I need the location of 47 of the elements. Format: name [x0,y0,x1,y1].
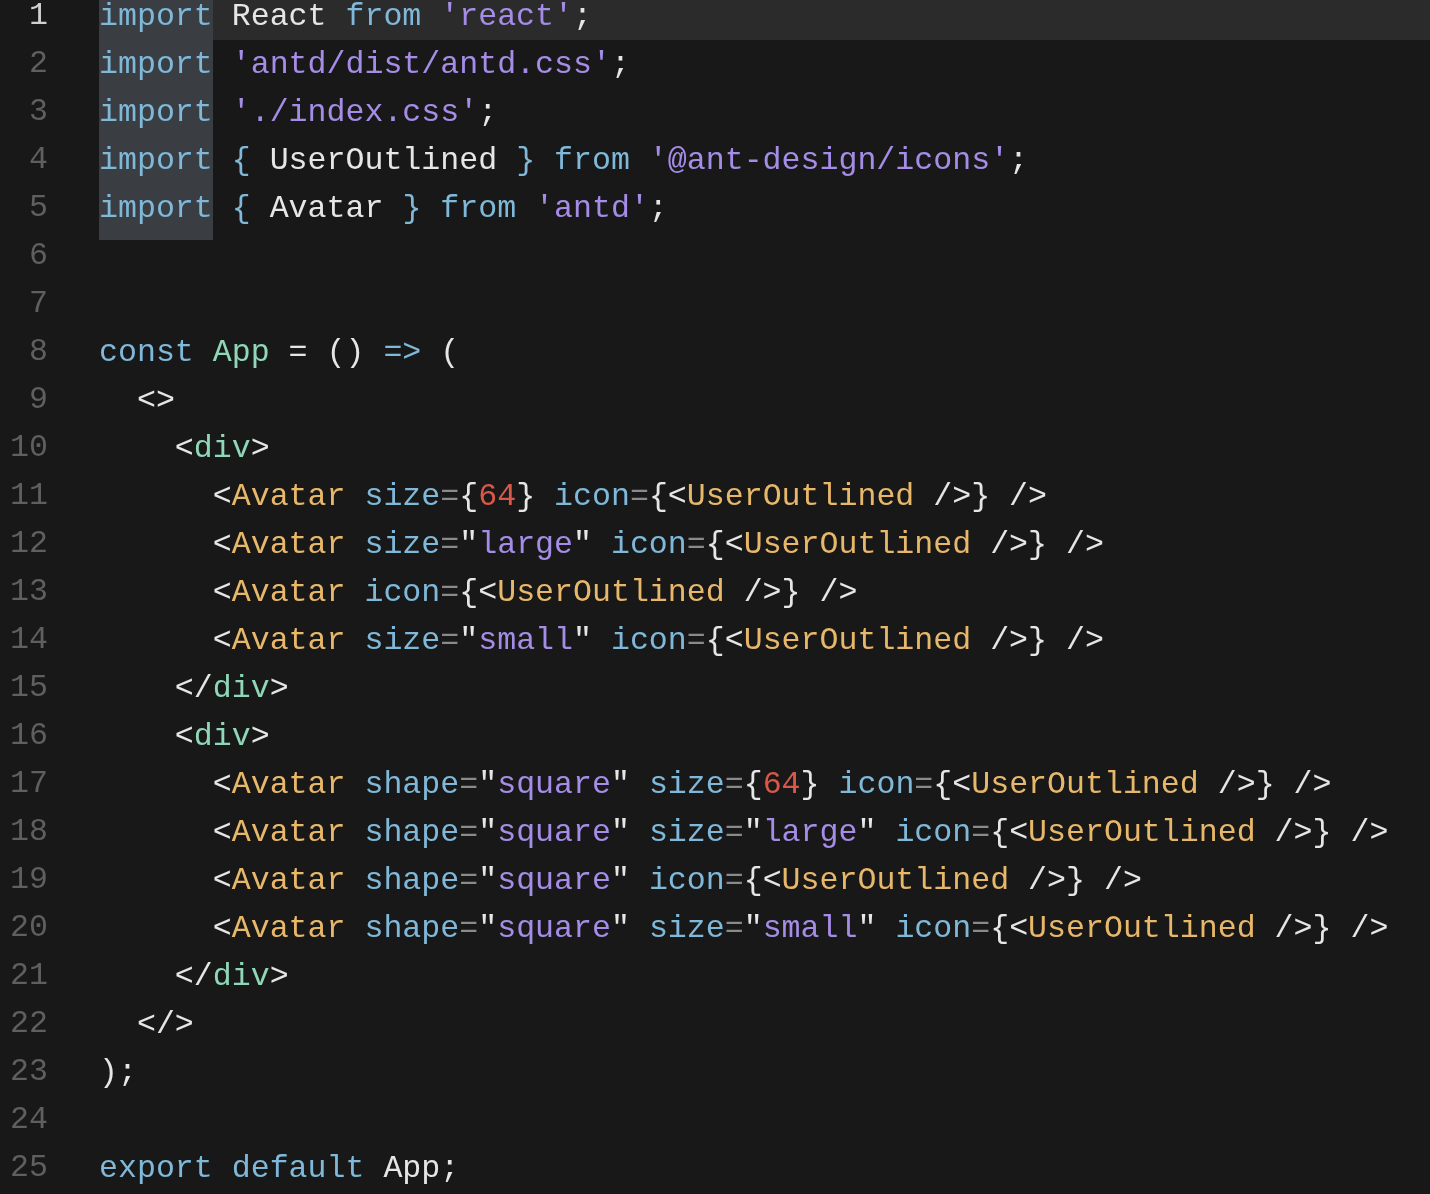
line-number: 5 [28,191,48,227]
code-line: import { Avatar } from 'antd'; [99,192,668,240]
code-line: <Avatar size={64} icon={<UserOutlined />} /> [211,480,1048,516]
code-line: import React from 'react'; [99,0,592,48]
line-number: 23 [9,1055,48,1091]
line-number: 19 [9,863,48,899]
code-line: <Avatar shape="square" size={64} icon={<UserOutlined />} /> [211,768,1332,804]
code-line: </div> [173,960,289,996]
line-number: 10 [9,431,48,467]
line-number: 2 [28,47,48,83]
line-number: 8 [28,335,48,371]
code-line: ); [99,1056,137,1092]
code-line: <Avatar size="large" icon={<UserOutlined />} /> [211,528,1104,564]
line-number: 14 [9,623,48,659]
line-number: 20 [9,911,48,947]
line-number: 13 [9,575,48,611]
code-line: </> [135,1008,194,1044]
code-line: <Avatar shape="square" icon={<UserOutlined />} /> [211,864,1142,900]
code-line: <div> [173,432,270,468]
line-number: 22 [9,1007,48,1043]
line-number: 17 [9,767,48,803]
line-number: 12 [9,527,48,563]
code-line: <> [135,384,175,420]
code-line: <Avatar shape="square" size="large" icon={<UserOutlined />} /> [211,816,1389,852]
line-number: 4 [28,143,48,179]
code-line: import { UserOutlined } from '@ant-design/icons'; [99,144,1029,192]
line-number: 21 [9,959,48,995]
line-number: 3 [28,95,48,131]
code-line: import './index.css'; [99,96,498,144]
line-number: 9 [28,383,48,419]
line-number: 11 [9,479,48,515]
line-number: 25 [9,1151,48,1187]
code-line: <Avatar shape="square" size="small" icon={<UserOutlined />} /> [211,912,1389,948]
code-line: const App = () => ( [99,336,460,372]
line-number: 6 [28,239,48,275]
line-number: 15 [9,671,48,707]
line-number: 7 [28,287,48,323]
code-line: export default App; [99,1152,460,1188]
code-line: <div> [173,720,270,756]
line-number: 16 [9,719,48,755]
code-line: </div> [173,672,289,708]
code-line: <Avatar size="small" icon={<UserOutlined />} /> [211,624,1104,660]
line-number: 18 [9,815,48,851]
code-line: import 'antd/dist/antd.css'; [99,48,630,96]
line-number: 24 [9,1103,48,1139]
code-line: <Avatar icon={<UserOutlined />} /> [211,576,858,612]
line-number: 1 [28,0,48,35]
